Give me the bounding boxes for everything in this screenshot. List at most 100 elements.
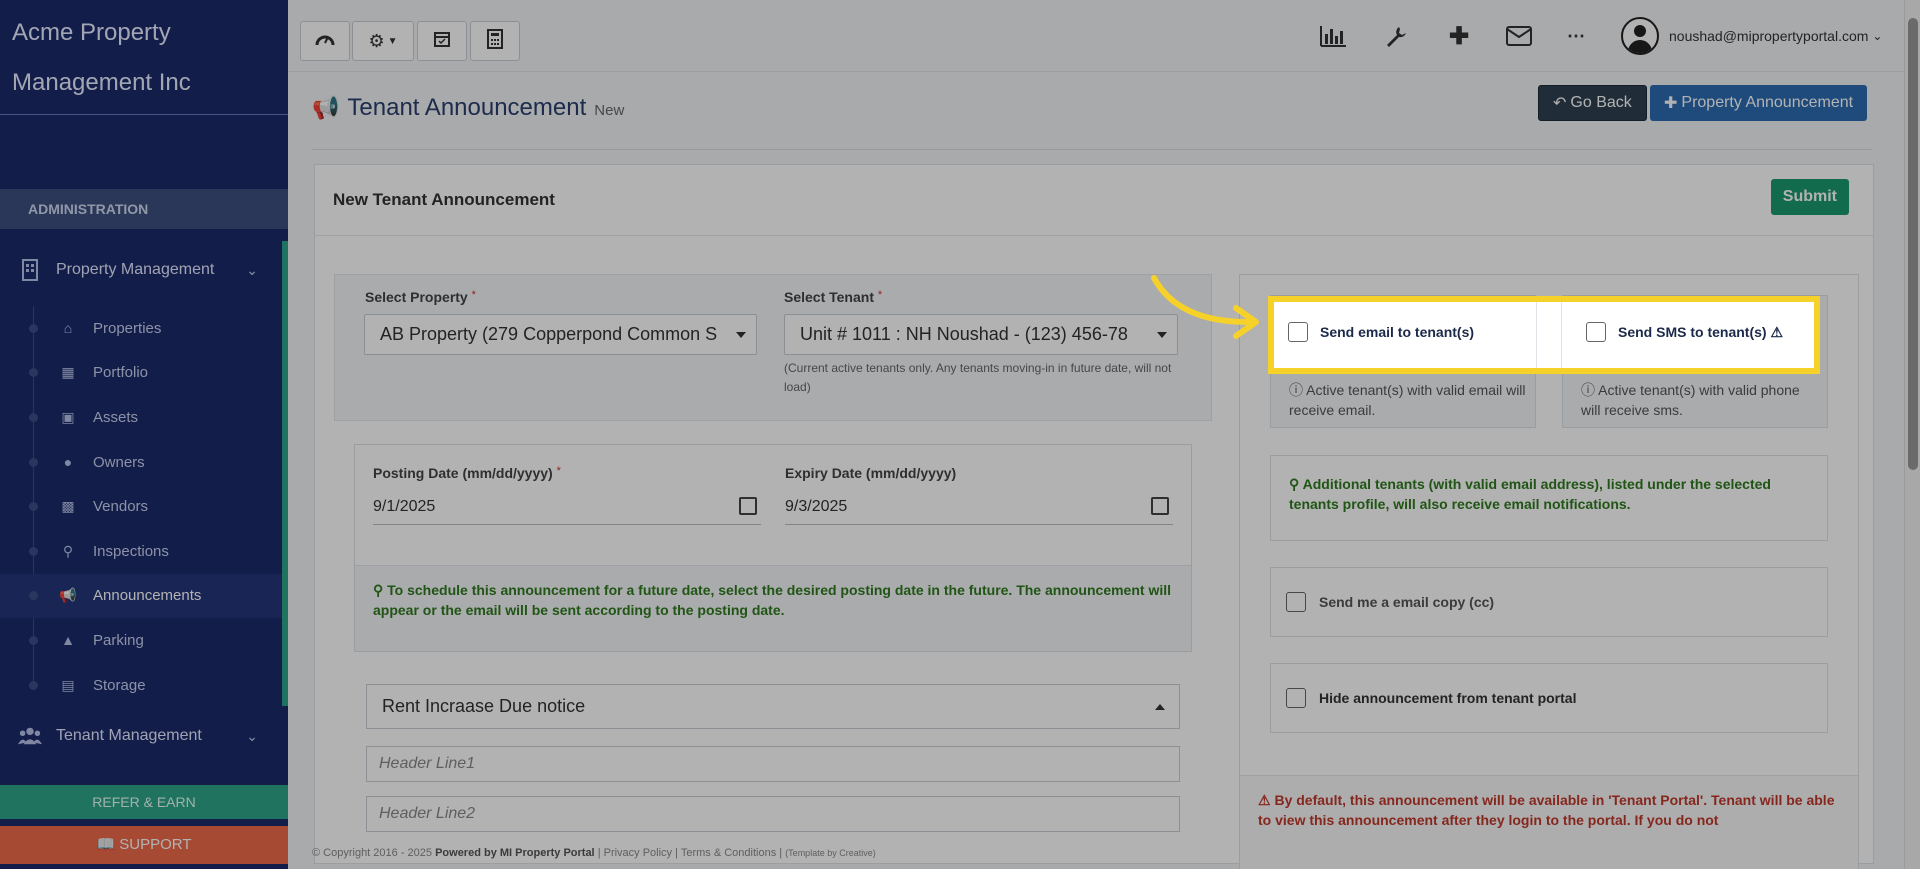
tree-dot	[29, 680, 38, 690]
sidebar-group-label: Tenant Management	[56, 727, 202, 744]
hide-announcement-box: Hide announcement from tenant portal	[1270, 663, 1828, 733]
posting-date-input[interactable]: 9/1/2025	[373, 489, 761, 525]
select-tenant-label: Select Tenant *	[784, 289, 883, 305]
tree-dot	[29, 502, 38, 512]
sidebar-item-storage[interactable]: ▤ Storage	[0, 663, 282, 708]
default-warning-text: By default, this announcement will be av…	[1258, 792, 1835, 828]
additional-tenants-note: ⚲ Additional tenants (with valid email a…	[1289, 476, 1771, 512]
panel-header: New Tenant Announcement Submit	[315, 165, 1873, 236]
dashboard-button[interactable]	[300, 21, 350, 61]
footer-links[interactable]: | Privacy Policy | Terms & Conditions |	[598, 847, 782, 859]
expiry-date-value: 9/3/2025	[785, 498, 848, 515]
sidebar-item-announcements[interactable]: 📢 Announcements	[0, 573, 282, 619]
sidebar: Acme Property Management Inc ADMINISTRAT…	[0, 0, 288, 869]
schedule-tip: ⚲ To schedule this announcement for a fu…	[355, 565, 1191, 651]
expiry-date-input[interactable]: 9/3/2025	[785, 489, 1173, 525]
sidebar-item-owners[interactable]: ● Owners	[0, 440, 282, 485]
main-content: 📢 Tenant Announcement New ↶ Go Back ✚ Prop…	[288, 72, 1906, 869]
sidebar-item-label: Assets	[93, 408, 139, 426]
lightbulb-icon: ⚲	[1289, 476, 1300, 492]
sidebar-item-parking[interactable]: ▲ Parking	[0, 618, 282, 663]
tree-dot	[29, 368, 38, 378]
sidebar-item-label: Parking	[93, 631, 144, 649]
expiry-date-label: Expiry Date (mm/dd/yyyy)	[785, 465, 957, 481]
property-tenant-box: Select Property * AB Property (279 Coppe…	[334, 274, 1212, 421]
sidebar-item-portfolio[interactable]: ▦ Portfolio	[0, 351, 282, 396]
scrollbar[interactable]	[1904, 0, 1920, 869]
sidebar-item-label: Properties	[93, 319, 162, 337]
bar-chart-icon[interactable]	[1315, 18, 1351, 54]
hide-announcement-checkbox[interactable]	[1286, 688, 1306, 708]
sms-note: ⓘ Active tenant(s) with valid phone will…	[1581, 382, 1800, 418]
section-administration: ADMINISTRATION	[0, 189, 288, 229]
sidebar-item-assets[interactable]: ▣ Assets	[0, 395, 282, 440]
sidebar-item-label: Vendors	[93, 498, 149, 516]
bullhorn-icon: 📢	[312, 95, 340, 120]
divider	[312, 149, 1872, 150]
tachometer-icon	[315, 31, 335, 52]
wrench-icon[interactable]	[1378, 18, 1414, 54]
submit-button[interactable]: Submit	[1770, 179, 1849, 215]
tenant-select[interactable]: Unit # 1011 : NH Noushad - (123) 456-78	[784, 314, 1178, 355]
company-name[interactable]: Acme Property Management Inc	[0, 0, 288, 115]
envelope-icon[interactable]	[1501, 18, 1537, 54]
sidebar-group-tenant-management[interactable]: Tenant Management ⌄	[0, 707, 288, 765]
divider	[1561, 302, 1562, 368]
reply-icon: ↶	[1553, 95, 1567, 112]
hide-announcement-label: Hide announcement from tenant portal	[1319, 690, 1577, 706]
send-copy-checkbox[interactable]	[1286, 592, 1306, 612]
tour-arrow-icon	[1151, 275, 1259, 339]
plus-icon[interactable]: ✚	[1441, 18, 1477, 54]
calendar-icon[interactable]	[1151, 497, 1169, 515]
support-button[interactable]: 📖 SUPPORT	[0, 826, 288, 864]
property-select[interactable]: AB Property (279 Copperpond Common S	[364, 314, 757, 355]
user-email: noushad@mipropertyportal.com	[1669, 28, 1869, 44]
sidebar-item-label: Inspections	[93, 542, 169, 560]
tenant-select-value: Unit # 1011 : NH Noushad - (123) 456-78	[800, 324, 1128, 344]
subject-select[interactable]: Rent Incraase Due notice	[366, 684, 1180, 729]
more-icon[interactable]: ⋯	[1558, 18, 1594, 54]
sidebar-group-property-management[interactable]: Property Management ⌄	[0, 241, 288, 299]
sidebar-items: ⌂ Properties ▦ Portfolio ▣ Assets ● Owners ▩…	[0, 306, 282, 707]
property-announcement-button[interactable]: ✚ Property Announcement	[1650, 85, 1868, 121]
sidebar-item-label: Storage	[93, 676, 146, 694]
caret-down-icon: ▼	[387, 35, 398, 47]
footer-copyright: © Copyright 2016 - 2025	[312, 847, 433, 859]
sidebar-item-vendors[interactable]: ▩ Vendors	[0, 484, 282, 529]
posting-date-label: Posting Date (mm/dd/yyyy) *	[373, 465, 561, 481]
footer-powered[interactable]: Powered by MI Property Portal	[435, 847, 595, 859]
user-menu[interactable]: noushad@mipropertyportal.com ⌄	[1621, 17, 1882, 55]
panel-title: New Tenant Announcement	[333, 190, 555, 209]
header-line2-input[interactable]: Header Line2	[366, 796, 1180, 832]
info-icon: ⓘ	[1581, 382, 1595, 398]
calculator-button[interactable]	[470, 21, 520, 61]
sidebar-item-inspections[interactable]: ⚲ Inspections	[0, 529, 282, 574]
refer-earn-button[interactable]: REFER & EARN	[0, 785, 288, 819]
header-line1-input[interactable]: Header Line1	[366, 746, 1180, 782]
go-back-button[interactable]: ↶ Go Back	[1538, 85, 1647, 121]
footer: © Copyright 2016 - 2025 Powered by MI Pr…	[312, 847, 876, 859]
gear-icon: ⚙	[368, 30, 385, 51]
settings-dropdown-button[interactable]: ⚙ ▼	[352, 21, 414, 61]
send-email-checkbox[interactable]	[1288, 322, 1308, 342]
date-box: Posting Date (mm/dd/yyyy) * 9/1/2025 Exp…	[354, 444, 1192, 652]
storage-icon: ▤	[61, 676, 75, 693]
send-sms-checkbox[interactable]	[1586, 322, 1606, 342]
chevron-down-icon: ⌄	[246, 261, 258, 278]
select-property-label: Select Property *	[365, 289, 476, 305]
support-label: SUPPORT	[119, 836, 192, 853]
subject-value: Rent Incraase Due notice	[382, 696, 586, 716]
sidebar-item-label: Portfolio	[93, 364, 149, 382]
tree-dot	[29, 412, 38, 422]
calendar-button[interactable]	[417, 21, 467, 61]
tree-dot	[29, 457, 38, 467]
sidebar-item-properties[interactable]: ⌂ Properties	[0, 306, 282, 351]
scrollbar-thumb[interactable]	[1908, 18, 1918, 470]
send-copy-box: Send me a email copy (cc)	[1270, 567, 1828, 637]
search-plus-icon: ⚲	[62, 542, 74, 559]
calendar-check-icon	[433, 30, 451, 53]
announcement-panel: New Tenant Announcement Submit Select Pr…	[314, 164, 1874, 869]
calendar-icon[interactable]	[739, 497, 757, 515]
highlighted-send-options: Send email to tenant(s) Send SMS to tena…	[1268, 296, 1820, 374]
avatar	[1621, 17, 1659, 55]
